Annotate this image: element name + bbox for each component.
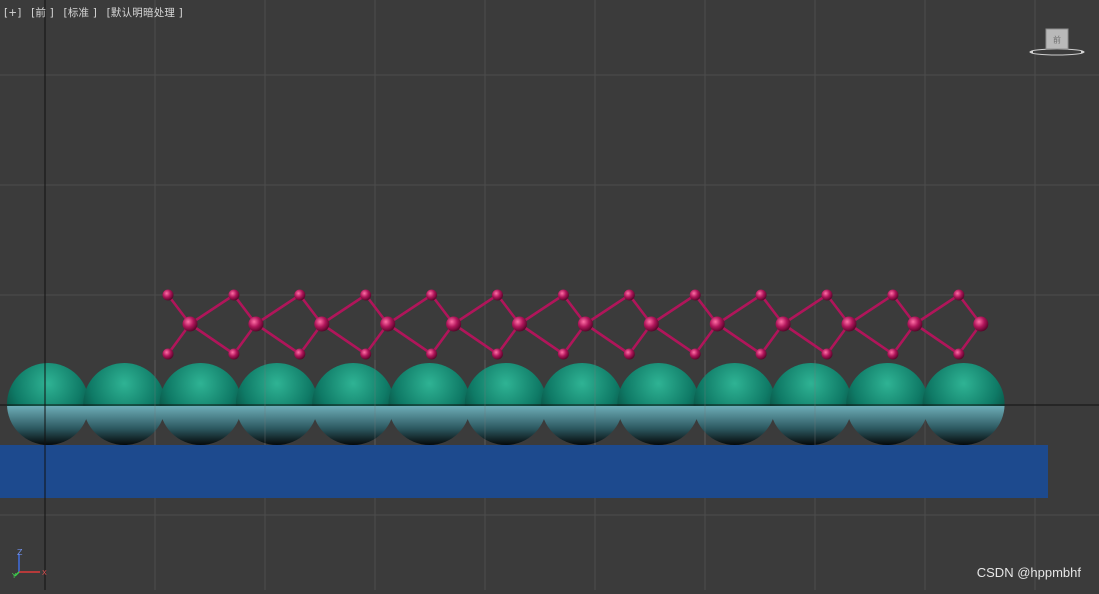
atom-small bbox=[953, 348, 965, 360]
bond bbox=[452, 293, 499, 326]
bond bbox=[254, 322, 302, 356]
bond bbox=[188, 293, 236, 326]
atom-large bbox=[973, 316, 989, 332]
sphere-atom bbox=[617, 363, 700, 445]
atom-small bbox=[755, 289, 767, 301]
sphere-atom bbox=[922, 363, 1005, 445]
atom-small bbox=[426, 289, 438, 301]
bond bbox=[386, 322, 433, 356]
sphere-row bbox=[7, 363, 1005, 445]
viewport-mode-standard[interactable]: [标准 ] bbox=[64, 7, 98, 19]
atom-small bbox=[887, 289, 899, 301]
sphere-atom bbox=[312, 363, 395, 445]
molecule-chain bbox=[162, 289, 989, 360]
sphere-atom bbox=[541, 363, 624, 445]
atom-small bbox=[557, 289, 569, 301]
bond bbox=[584, 293, 631, 326]
bond bbox=[649, 293, 697, 326]
bond bbox=[913, 322, 961, 356]
bond bbox=[518, 322, 565, 356]
axis-z-label: Z bbox=[17, 548, 23, 557]
bond bbox=[847, 293, 895, 326]
bond bbox=[913, 293, 961, 326]
sphere-atom bbox=[159, 363, 242, 445]
atom-large bbox=[314, 316, 330, 332]
atom-small bbox=[623, 348, 635, 360]
bond bbox=[781, 293, 829, 326]
bond bbox=[452, 322, 499, 356]
atom-large bbox=[709, 316, 725, 332]
bond bbox=[847, 322, 895, 356]
atom-large bbox=[643, 316, 659, 332]
sphere-atom bbox=[464, 363, 547, 445]
bond bbox=[715, 293, 763, 326]
sphere-atom bbox=[693, 363, 776, 445]
atom-small bbox=[492, 348, 503, 360]
bond bbox=[386, 293, 433, 326]
sphere-atom bbox=[83, 363, 166, 445]
bond bbox=[188, 322, 236, 356]
atom-small bbox=[557, 348, 569, 360]
sphere-atom bbox=[770, 363, 852, 445]
sphere-atom bbox=[7, 363, 89, 445]
viewcube-icon[interactable]: 前 bbox=[1028, 26, 1086, 58]
atom-large bbox=[248, 316, 264, 332]
bond bbox=[518, 293, 565, 326]
atom-large bbox=[841, 316, 857, 332]
atom-large bbox=[446, 316, 462, 332]
axis-y-label: Y bbox=[12, 572, 17, 578]
atom-small bbox=[294, 348, 306, 360]
viewcube-face-label: 前 bbox=[1053, 35, 1061, 45]
scene-canvas[interactable] bbox=[0, 0, 1099, 590]
viewport-label-bar: [+] [前 ] [标准 ] [默认明暗处理 ] bbox=[4, 5, 189, 20]
atom-small bbox=[689, 289, 701, 301]
viewport-view-front[interactable]: [前 ] bbox=[31, 7, 54, 19]
atom-large bbox=[907, 316, 923, 332]
atom-large bbox=[512, 316, 527, 332]
viewport-menu-plus[interactable]: [+] bbox=[4, 7, 22, 19]
molecule-atoms bbox=[162, 289, 989, 360]
bond bbox=[649, 322, 697, 356]
sphere-atom bbox=[846, 363, 929, 445]
atom-large bbox=[577, 316, 593, 332]
bond bbox=[584, 322, 631, 356]
molecule-bonds bbox=[166, 293, 983, 356]
atom-small bbox=[492, 289, 503, 301]
atom-small bbox=[228, 348, 240, 360]
csdn-watermark: CSDN @hppmbhf bbox=[976, 565, 1081, 580]
bond bbox=[320, 322, 368, 356]
atom-small bbox=[360, 289, 372, 301]
atom-small bbox=[887, 348, 899, 360]
atom-small bbox=[953, 289, 965, 301]
bond bbox=[320, 293, 368, 326]
viewport-front[interactable]: [+] [前 ] [标准 ] [默认明暗处理 ] 前 Z X Y CSDN @h… bbox=[0, 0, 1099, 590]
sphere-atom bbox=[388, 363, 471, 445]
axis-tripod-icon: Z X Y bbox=[12, 548, 47, 578]
atom-small bbox=[821, 289, 833, 301]
viewport-shading-default[interactable]: [默认明暗处理 ] bbox=[107, 7, 183, 19]
bond bbox=[715, 322, 763, 356]
atom-large bbox=[775, 316, 791, 332]
axis-x-label: X bbox=[42, 569, 47, 577]
atom-large bbox=[380, 316, 396, 332]
bond bbox=[254, 293, 302, 326]
bond bbox=[781, 322, 829, 356]
atom-small bbox=[821, 348, 833, 360]
atom-small bbox=[623, 289, 635, 301]
atom-small bbox=[294, 289, 306, 301]
atom-small bbox=[162, 289, 174, 301]
atom-small bbox=[689, 348, 701, 360]
atom-large bbox=[182, 316, 198, 332]
atom-small bbox=[360, 348, 372, 360]
atom-small bbox=[162, 348, 174, 360]
atom-small bbox=[228, 289, 240, 301]
sphere-atom bbox=[235, 363, 318, 445]
atom-small bbox=[426, 348, 438, 360]
substrate-slab[interactable] bbox=[0, 445, 1048, 498]
atom-small bbox=[755, 348, 767, 360]
